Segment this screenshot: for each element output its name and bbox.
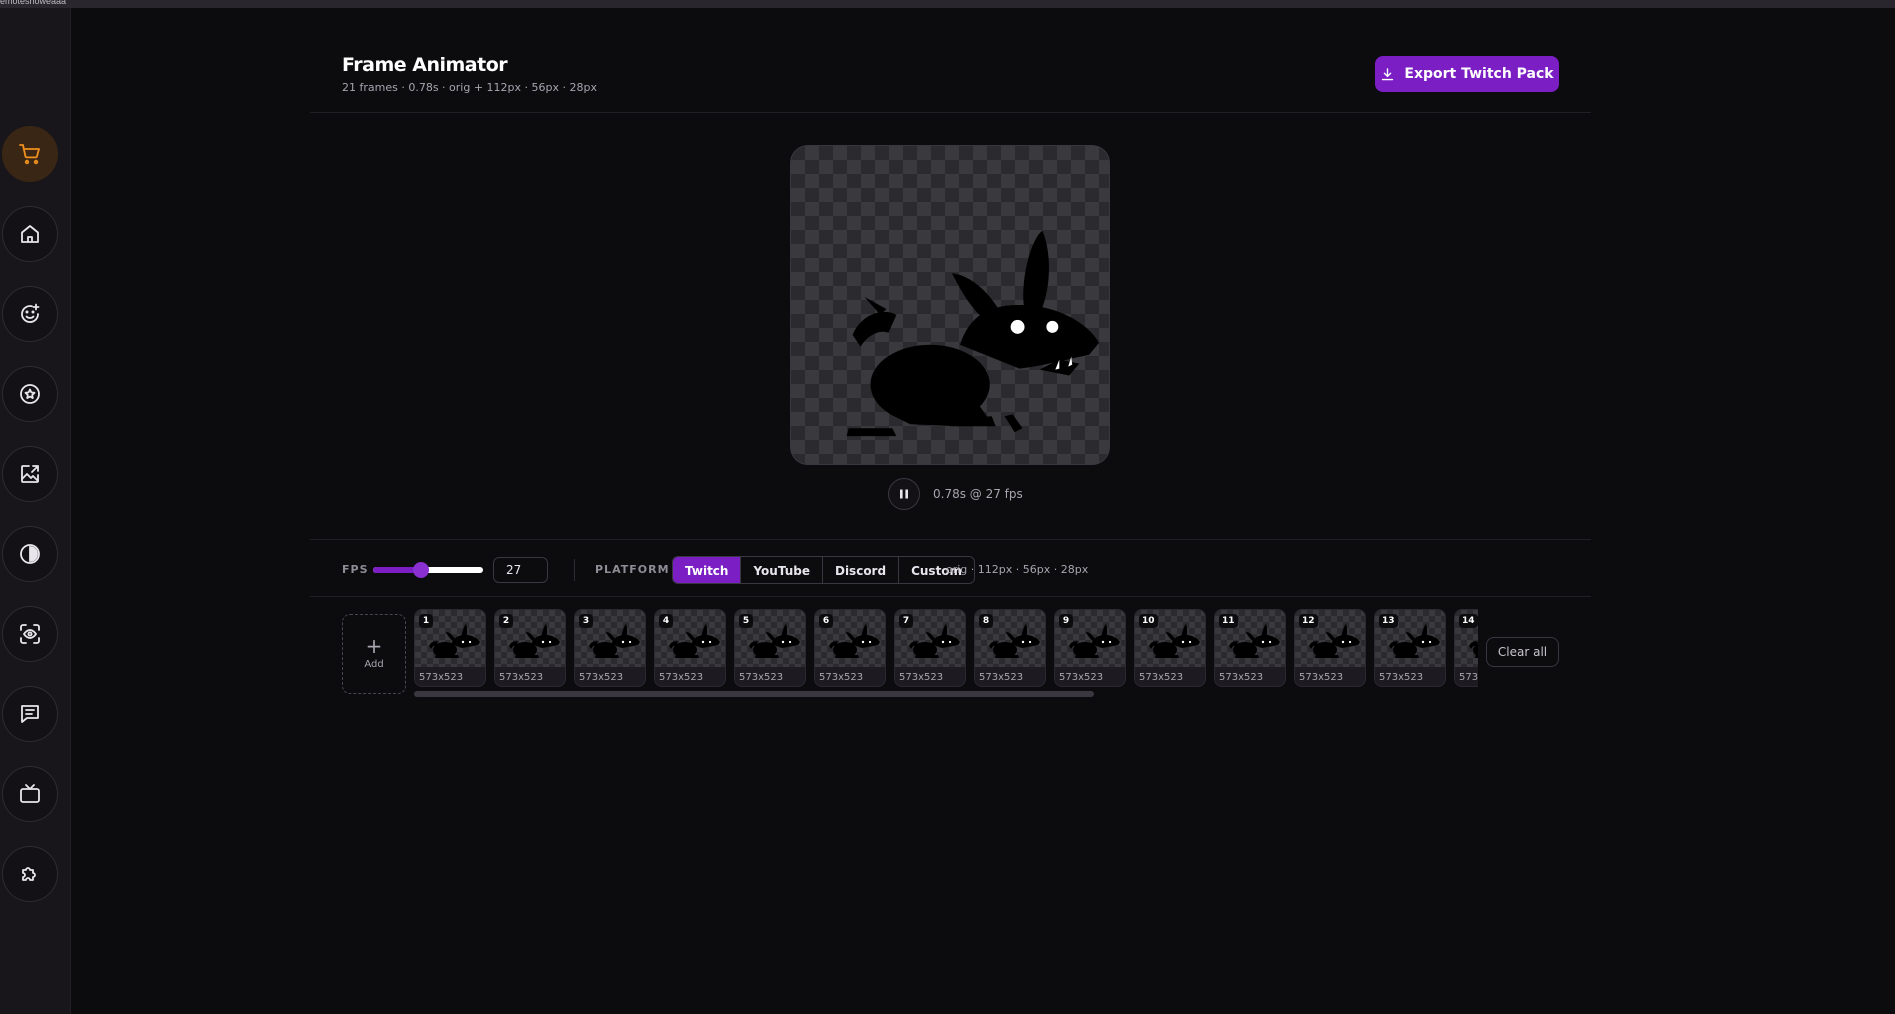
frame-dimensions: 573x523 <box>819 672 864 683</box>
fps-slider-thumb[interactable] <box>413 562 430 578</box>
export-twitch-pack-button[interactable]: Export Twitch Pack <box>1375 56 1559 92</box>
frame-tile[interactable]: 14 573x523 <box>1454 609 1478 687</box>
frame-number: 5 <box>739 614 753 628</box>
frame-tile[interactable]: 13 573x523 <box>1374 609 1446 687</box>
window-titlebar: emotesnoweaaa <box>0 0 1895 8</box>
emoji-add-icon <box>21 303 40 323</box>
frame-dimensions: 573x523 <box>1059 672 1104 683</box>
frame-number: 10 <box>1139 614 1158 628</box>
sidebar-item-cart[interactable] <box>2 126 58 182</box>
contrast-icon <box>20 544 40 564</box>
frame-tile[interactable]: 11 573x523 <box>1214 609 1286 687</box>
platform-selector: Twitch YouTube Discord Custom <box>672 556 976 584</box>
fps-input[interactable]: 27 <box>493 557 548 583</box>
frame-number: 11 <box>1219 614 1238 628</box>
controls-top-divider <box>310 539 1591 540</box>
sidebar-item-resize[interactable] <box>2 446 58 502</box>
frame-tile[interactable]: 4 573x523 <box>654 609 726 687</box>
frame-number: 1 <box>419 614 433 628</box>
frame-tile[interactable]: 7 573x523 <box>894 609 966 687</box>
controls-separator <box>574 559 575 581</box>
platform-option-discord[interactable]: Discord <box>823 557 900 583</box>
header-divider <box>310 112 1591 113</box>
frame-dimensions: 573x523 <box>1299 672 1344 683</box>
download-icon <box>1382 67 1394 80</box>
sidebar-item-home[interactable] <box>2 206 58 262</box>
frame-dimensions: 573x523 <box>659 672 704 683</box>
clear-all-button[interactable]: Clear all <box>1486 637 1559 667</box>
export-button-label: Export Twitch Pack <box>1404 66 1554 82</box>
export-sizes-note: orig · 112px · 56px · 28px <box>946 563 1089 576</box>
puzzle-icon <box>22 867 36 881</box>
frame-strip-scrollbar[interactable] <box>414 691 1094 697</box>
plus-icon: + <box>365 633 383 658</box>
frame-dimensions: 573x523 <box>419 672 464 683</box>
frame-dimensions: 573x523 <box>899 672 944 683</box>
tv-icon <box>20 784 40 803</box>
frame-number: 8 <box>979 614 993 628</box>
frame-dimensions: 573x523 <box>979 672 1024 683</box>
frame-tile[interactable]: 12 573x523 <box>1294 609 1366 687</box>
frame-tile[interactable]: 2 573x523 <box>494 609 566 687</box>
platform-label: PLATFORM <box>595 563 670 576</box>
add-frame-label: Add <box>364 658 384 670</box>
window-title: emotesnoweaaa <box>0 0 67 6</box>
controls-bottom-divider <box>310 596 1591 597</box>
frame-number: 2 <box>499 614 513 628</box>
sidebar-item-tv[interactable] <box>2 766 58 822</box>
frame-dimensions: 573x523 <box>579 672 624 683</box>
frame-number: 3 <box>579 614 593 628</box>
chat-icon <box>21 705 39 723</box>
image-resize-icon <box>21 465 39 483</box>
fps-label: FPS <box>342 563 369 576</box>
wolf-silhouette-image <box>846 230 1100 437</box>
frame-dimensions: 573x523 <box>739 672 784 683</box>
sidebar-item-contrast[interactable] <box>2 526 58 582</box>
animation-preview <box>790 145 1110 465</box>
platform-option-twitch[interactable]: Twitch <box>673 557 742 583</box>
star-badge-icon <box>20 384 40 404</box>
platform-option-youtube[interactable]: YouTube <box>741 557 823 583</box>
main-content: Frame Animator 21 frames · 0.78s · orig … <box>72 8 1895 1014</box>
page-subtitle: 21 frames · 0.78s · orig + 112px · 56px … <box>342 81 597 94</box>
pause-icon <box>900 489 908 499</box>
add-frame-button[interactable]: + Add <box>342 614 406 694</box>
frame-number: 13 <box>1379 614 1398 628</box>
home-icon <box>21 225 39 243</box>
controls-bar: FPS 27 PLATFORM Twitch YouTube Discord C… <box>342 556 1582 584</box>
frame-dimensions: 573x523 <box>1379 672 1424 683</box>
frame-number: 4 <box>659 614 673 628</box>
fps-slider[interactable] <box>373 562 483 578</box>
frame-dimensions: 573x523 <box>1219 672 1264 683</box>
sidebar-item-badges[interactable] <box>2 366 58 422</box>
frame-tile[interactable]: 5 573x523 <box>734 609 806 687</box>
frame-number: 7 <box>899 614 913 628</box>
frame-number: 12 <box>1299 614 1318 628</box>
pause-button[interactable] <box>888 478 920 510</box>
sidebar <box>0 8 71 1014</box>
sidebar-item-emotes[interactable] <box>2 286 58 342</box>
sidebar-item-extensions[interactable] <box>2 846 58 902</box>
frame-tile[interactable]: 8 573x523 <box>974 609 1046 687</box>
sidebar-item-preview[interactable] <box>2 606 58 662</box>
eye-scan-icon <box>20 624 40 644</box>
cart-icon <box>19 144 40 165</box>
frame-dimensions: 573x523 <box>1139 672 1184 683</box>
page-title: Frame Animator <box>342 54 508 76</box>
frame-strip: 1 573x523 2 573x523 3 573x523 4 573x523 5 573x523… <box>414 609 1478 687</box>
frame-dimensions: 573x523 <box>499 672 544 683</box>
frame-tile[interactable]: 1 573x523 <box>414 609 486 687</box>
frame-tile[interactable]: 9 573x523 <box>1054 609 1126 687</box>
frame-tile[interactable]: 6 573x523 <box>814 609 886 687</box>
frame-number: 9 <box>1059 614 1073 628</box>
sidebar-item-chat[interactable] <box>2 686 58 742</box>
playback-status: 0.78s @ 27 fps <box>933 487 1023 501</box>
frame-dimensions: 573x523 <box>1459 672 1478 683</box>
frame-tile[interactable]: 10 573x523 <box>1134 609 1206 687</box>
frame-tile[interactable]: 3 573x523 <box>574 609 646 687</box>
frame-number: 14 <box>1459 614 1478 628</box>
frame-number: 6 <box>819 614 833 628</box>
